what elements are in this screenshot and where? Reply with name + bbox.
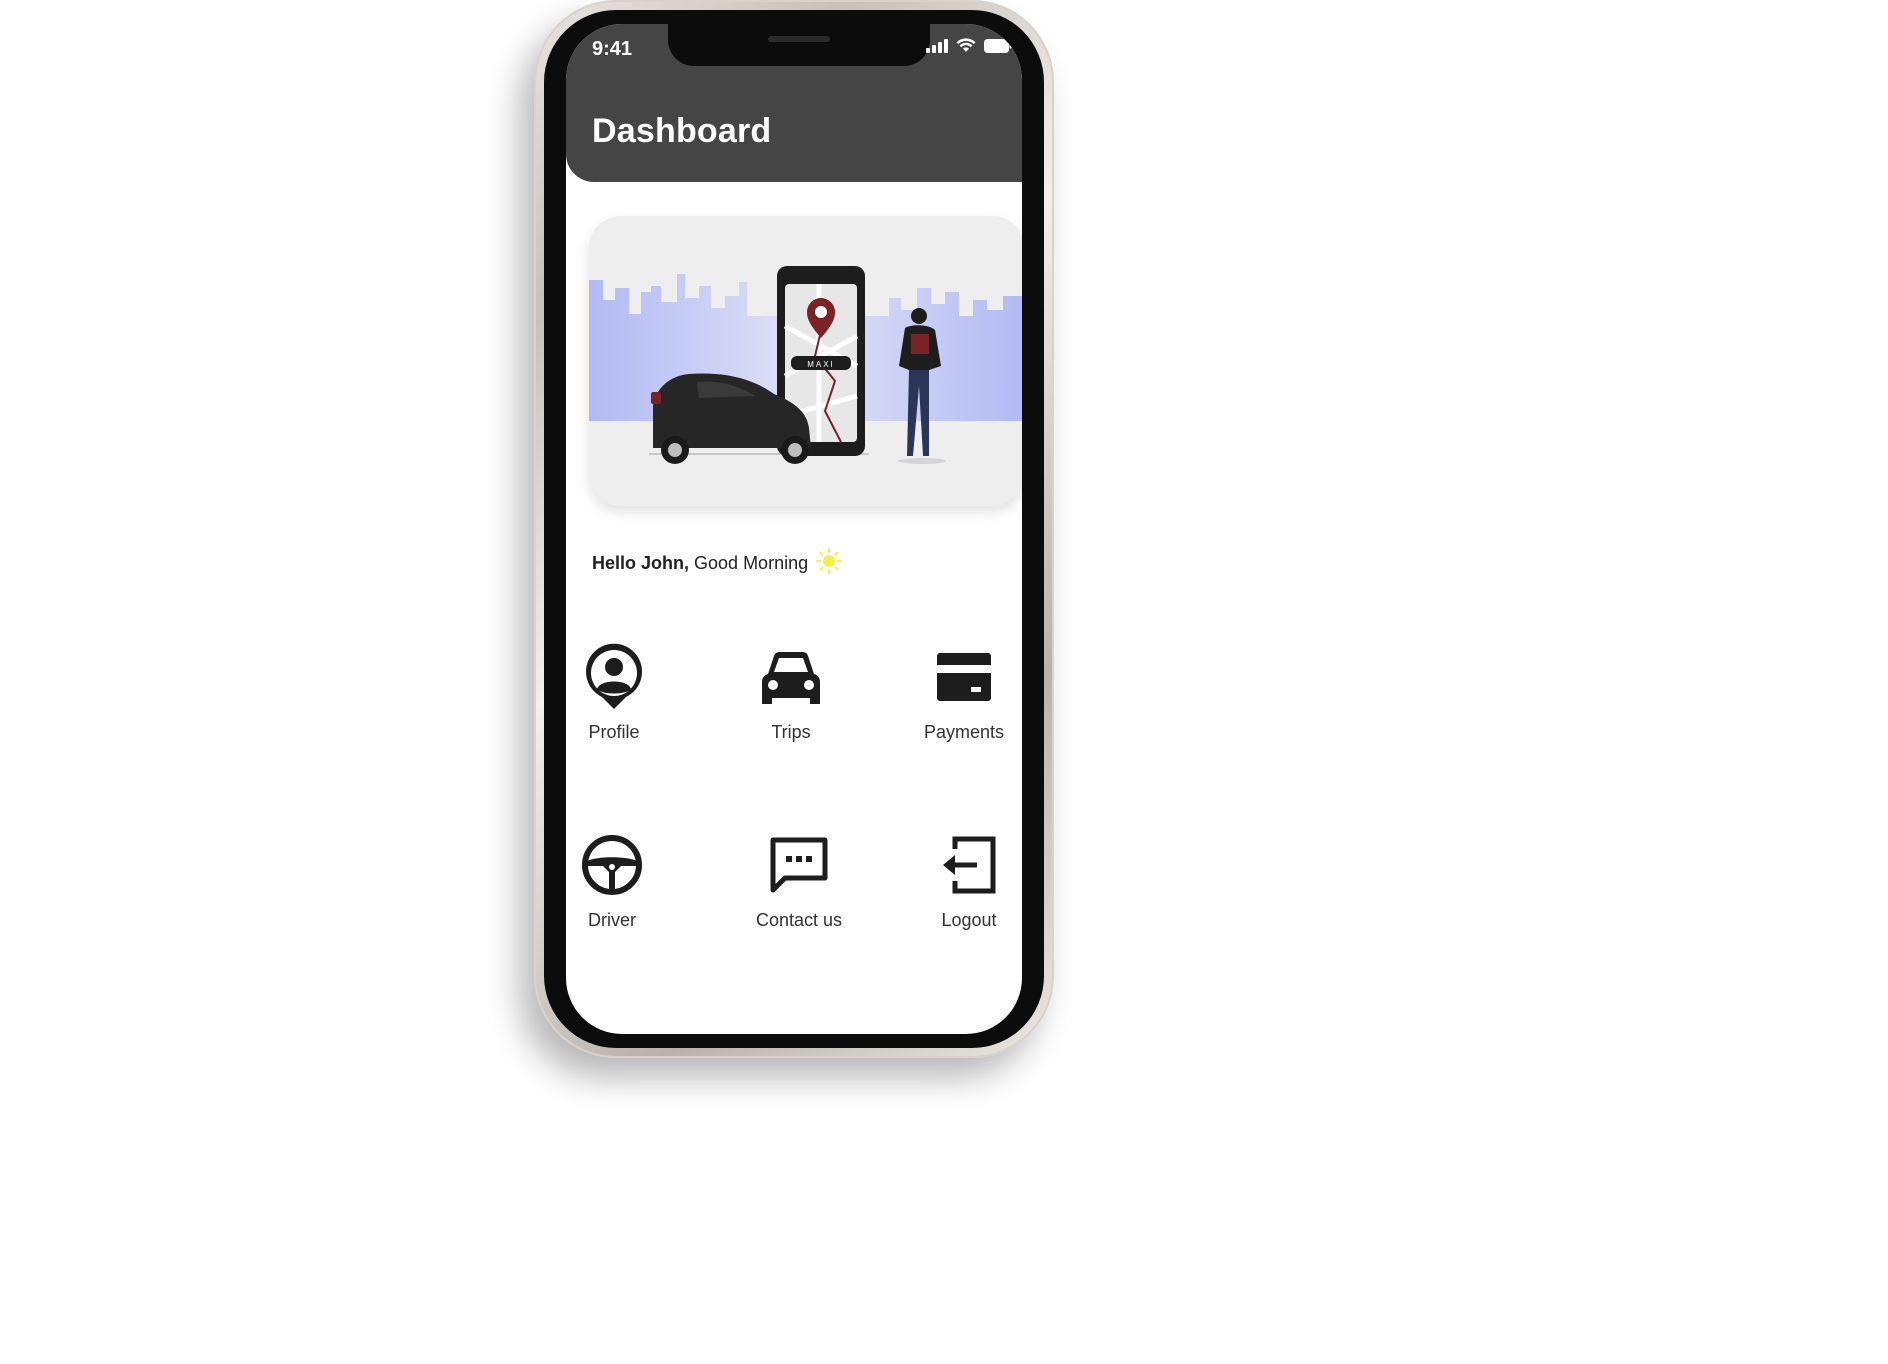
menu-item-driver[interactable]: Driver	[566, 830, 672, 931]
car-icon	[731, 642, 851, 712]
menu-label-logout: Logout	[941, 910, 997, 930]
canvas: 9:41 Dashboard MAXI Hello John, Good Mor…	[0, 0, 1888, 1364]
wifi-icon	[956, 38, 976, 53]
logout-icon	[909, 830, 1022, 900]
menu-item-trips[interactable]: Trips	[731, 642, 851, 743]
greeting-name: Hello John,	[592, 553, 690, 573]
status-time: 9:41	[592, 38, 633, 60]
menu-label-trips: Trips	[771, 722, 811, 742]
app-screen: 9:41 Dashboard MAXI Hello John, Good Mor…	[566, 24, 1022, 1034]
menu-item-profile[interactable]: Profile	[566, 642, 674, 743]
steering-wheel-icon	[566, 830, 672, 900]
menu-label-contact-us: Contact us	[755, 910, 843, 930]
menu-label-profile: Profile	[588, 722, 640, 742]
app-header: 9:41 Dashboard	[566, 24, 1022, 182]
phone-screen-label: MAXI	[807, 360, 835, 369]
menu-label-payments: Payments	[923, 722, 1005, 742]
taxi-booking-illustration: MAXI	[589, 266, 1022, 506]
menu-label-driver: Driver	[588, 910, 636, 930]
notch	[668, 24, 930, 66]
greeting-message: Good Morning	[694, 553, 809, 573]
page-title: Dashboard	[592, 112, 772, 150]
credit-card-icon	[904, 642, 1022, 712]
greeting: Hello John, Good Morning	[592, 548, 843, 579]
phone-frame: 9:41 Dashboard MAXI Hello John, Good Mor…	[534, 0, 1054, 1058]
sun-icon	[816, 548, 843, 579]
chat-icon	[739, 830, 859, 900]
profile-pin-icon	[566, 642, 674, 712]
menu-item-payments[interactable]: Payments	[904, 642, 1022, 743]
hero-illustration-card: MAXI	[589, 216, 1022, 506]
signal-icon	[926, 38, 948, 53]
speaker-grille	[768, 36, 830, 42]
status-icons	[926, 38, 1012, 53]
menu-item-contact-us[interactable]: Contact us	[739, 830, 859, 931]
menu-item-logout[interactable]: Logout	[909, 830, 1022, 931]
battery-icon	[984, 38, 1012, 53]
